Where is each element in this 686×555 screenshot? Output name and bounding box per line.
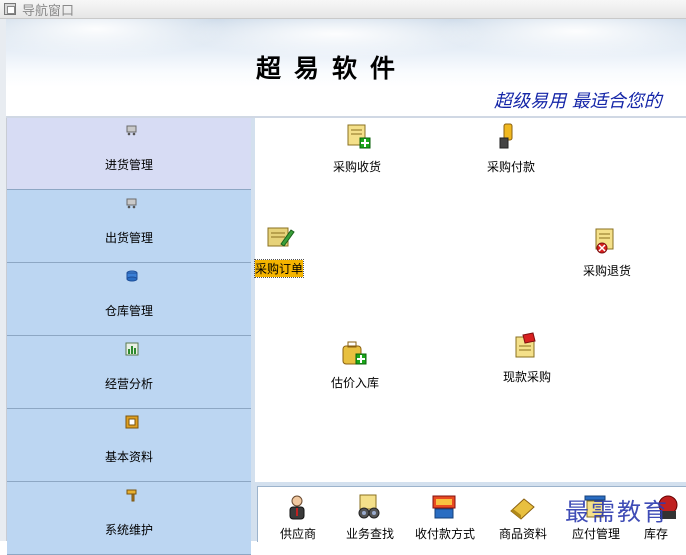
desk-item-purchase-order[interactable]: 采购订单 bbox=[253, 222, 315, 278]
bar-chart-icon bbox=[125, 342, 139, 356]
desk-item-label: 采购退货 bbox=[583, 264, 632, 278]
sidebar-item-shipping[interactable]: 出货管理 bbox=[7, 191, 251, 263]
bag-add-icon bbox=[342, 341, 367, 365]
hand-pay-icon bbox=[499, 123, 513, 149]
desk-item-cash-purchase[interactable]: 现款采购 bbox=[501, 332, 561, 384]
window-title-bar: 导航窗口 bbox=[0, 0, 686, 19]
cart-icon bbox=[126, 125, 137, 136]
watermark-text: 最需教育 bbox=[565, 498, 669, 526]
desk-item-purchase-return[interactable]: 采购退货 bbox=[581, 226, 641, 278]
goods-icon bbox=[510, 498, 535, 520]
sidebar-item-analysis[interactable]: 经营分析 bbox=[7, 337, 251, 409]
desk-item-label: 采购收货 bbox=[333, 160, 382, 174]
person-icon bbox=[289, 495, 305, 520]
sidebar-item-purchase[interactable]: 进货管理 bbox=[7, 118, 251, 190]
function-desktop: 采购收货 采购付款 采购订单 采购退货 估价入库 现款采购 bbox=[253, 118, 686, 482]
sidebar-item-warehouse[interactable]: 仓库管理 bbox=[7, 264, 251, 336]
toolbar-payment-method-button[interactable]: 收付款方式 bbox=[406, 487, 484, 542]
desk-item-estimate-stock-in[interactable]: 估价入库 bbox=[329, 338, 389, 390]
sidebar-item-label: 仓库管理 bbox=[104, 304, 153, 318]
hammer-icon bbox=[126, 489, 137, 502]
cash-document-icon bbox=[515, 332, 536, 358]
sidebar-item-label: 基本资料 bbox=[104, 450, 153, 464]
order-pencil-icon bbox=[267, 227, 295, 247]
sidebar-item-label: 经营分析 bbox=[104, 377, 153, 391]
banner-cloud bbox=[436, 19, 686, 59]
toolbar-label: 收付款方式 bbox=[414, 527, 475, 541]
database-icon bbox=[126, 270, 138, 282]
banner-heading: 超易软件 bbox=[256, 54, 409, 83]
document-add-icon bbox=[347, 124, 371, 149]
sidebar: 进货管理 出货管理 仓库管理 经营分析 基本资料 系统维护 bbox=[7, 118, 251, 555]
banner: 超易软件 超级易用 最适合您的 bbox=[6, 19, 686, 118]
toolbar-label: 库存 bbox=[644, 527, 669, 541]
desk-item-label: 现款采购 bbox=[503, 370, 552, 384]
toolbar-label: 商品资料 bbox=[498, 527, 547, 541]
payment-method-icon bbox=[432, 495, 456, 519]
sidebar-item-basic-data[interactable]: 基本资料 bbox=[7, 410, 251, 482]
sidebar-item-label: 系统维护 bbox=[104, 523, 153, 537]
toolbar-supplier-button[interactable]: 供应商 bbox=[259, 487, 337, 542]
app-window-icon bbox=[4, 3, 16, 15]
desk-item-label: 估价入库 bbox=[331, 376, 380, 390]
window-title: 导航窗口 bbox=[22, 4, 75, 19]
sidebar-item-label: 进货管理 bbox=[104, 158, 153, 172]
toolbar-goods-data-button[interactable]: 商品资料 bbox=[484, 487, 562, 542]
desk-item-label: 采购订单 bbox=[253, 259, 305, 278]
folder-icon bbox=[125, 415, 139, 429]
sidebar-item-label: 出货管理 bbox=[104, 231, 153, 245]
toolbar-label: 业务查找 bbox=[345, 527, 394, 541]
desk-item-purchase-receive[interactable]: 采购收货 bbox=[331, 122, 391, 174]
toolbar-label: 供应商 bbox=[279, 527, 316, 541]
sidebar-item-maintenance[interactable]: 系统维护 bbox=[7, 483, 251, 555]
document-remove-icon bbox=[595, 228, 614, 254]
binoculars-icon bbox=[358, 494, 380, 519]
toolbar-business-search-button[interactable]: 业务查找 bbox=[331, 487, 409, 542]
cart-icon bbox=[126, 198, 137, 209]
desk-item-label: 采购付款 bbox=[487, 160, 536, 174]
desk-item-purchase-payment[interactable]: 采购付款 bbox=[485, 122, 545, 174]
toolbar-label: 应付管理 bbox=[571, 527, 620, 541]
banner-slogan: 超级易用 最适合您的 bbox=[494, 91, 662, 112]
